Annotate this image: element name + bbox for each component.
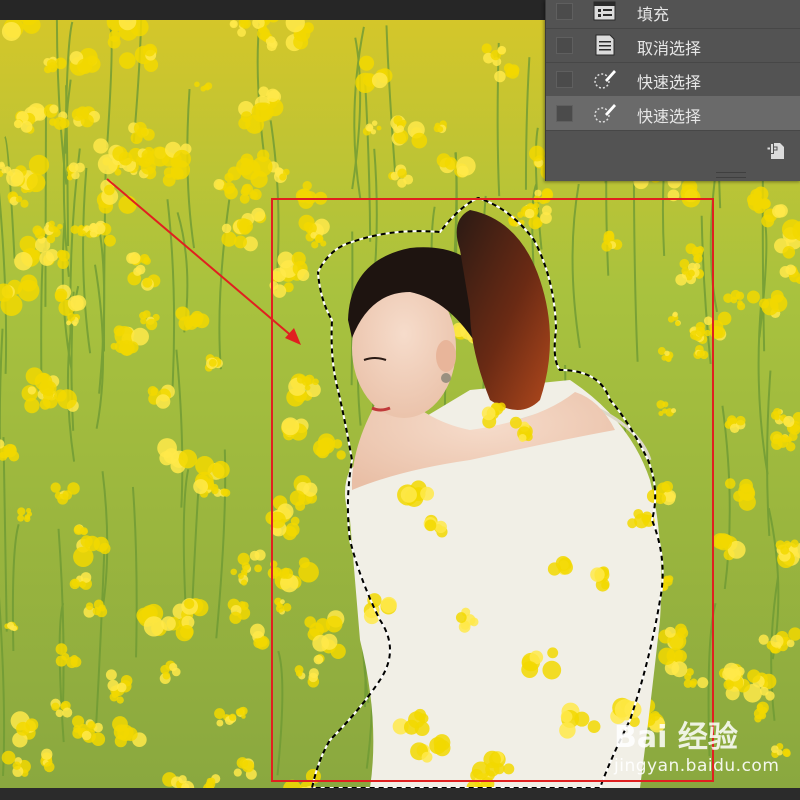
panel-resize-grip[interactable] — [716, 172, 746, 178]
snapshot-checkbox[interactable] — [556, 3, 573, 20]
history-panel: 填充 取消选择 快速选择 快速选择 — [545, 0, 800, 181]
history-state-label: 取消选择 — [637, 39, 702, 58]
snapshot-checkbox[interactable] — [556, 105, 573, 122]
history-state-label: 快速选择 — [637, 73, 702, 92]
history-panel-footer — [546, 131, 800, 171]
watermark-url: jingyan.baidu.com — [614, 756, 780, 776]
quick-selection-icon — [593, 68, 617, 90]
document-icon — [593, 34, 617, 56]
photoshop-window: 填充 取消选择 快速选择 快速选择 Bai 经验 jingyan.baidu.c… — [0, 0, 800, 800]
history-state-quick-select[interactable]: 快速选择 — [546, 62, 800, 97]
status-bar — [0, 788, 800, 800]
watermark-logo: Bai 经验 — [614, 720, 738, 755]
baidu-jingyan-watermark: Bai 经验 jingyan.baidu.com — [612, 712, 792, 788]
history-state-label: 快速选择 — [637, 107, 702, 126]
quick-selection-icon — [593, 102, 617, 124]
history-state-label: 填充 — [637, 5, 670, 24]
history-state-quick-select-current[interactable]: 快速选择 — [546, 96, 800, 131]
history-state-fill[interactable]: 填充 — [546, 0, 800, 29]
snapshot-checkbox[interactable] — [556, 37, 573, 54]
snapshot-checkbox[interactable] — [556, 71, 573, 88]
fill-icon — [593, 0, 617, 22]
new-document-from-state-icon[interactable] — [766, 139, 790, 161]
history-state-deselect[interactable]: 取消选择 — [546, 28, 800, 63]
